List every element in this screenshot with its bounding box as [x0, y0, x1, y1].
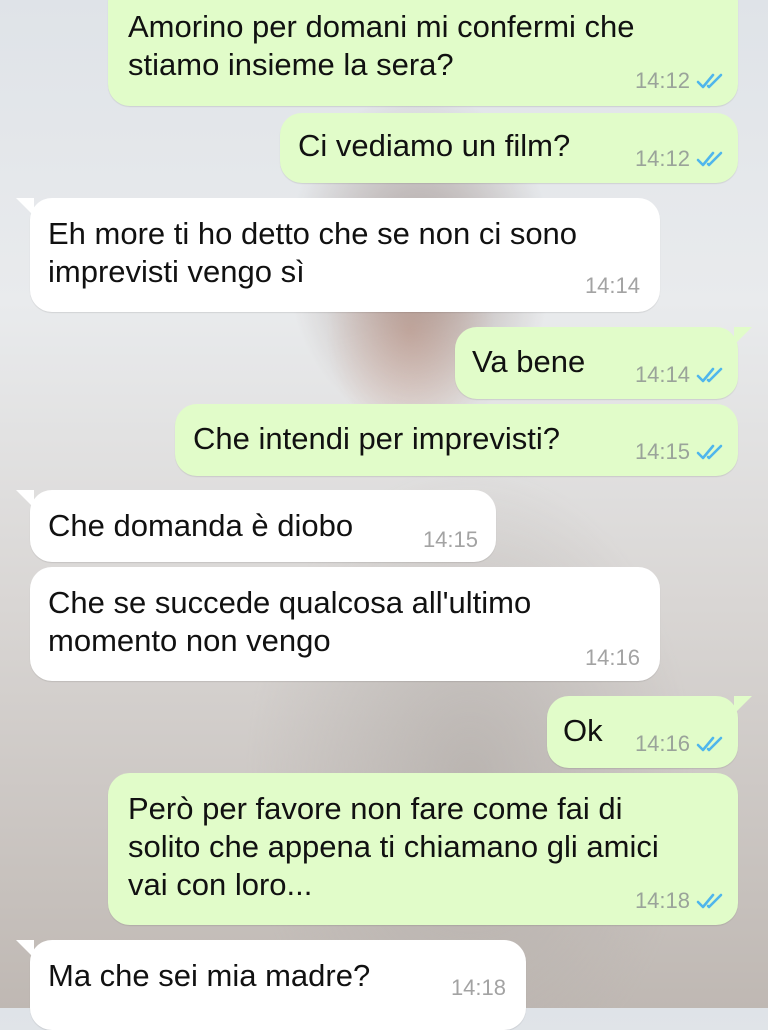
message-meta: 14:14 — [585, 273, 640, 299]
double-check-icon — [696, 736, 723, 752]
message-text: Che intendi per imprevisti? — [193, 421, 561, 456]
message-bubble-outgoing[interactable]: Ci vediamo un film? 14:12 — [280, 113, 738, 183]
bubble-tail — [734, 327, 752, 345]
message-meta: 14:12 — [635, 146, 724, 172]
double-check-icon — [696, 367, 723, 383]
double-check-icon — [696, 893, 723, 909]
message-text: Che se succede qualcosa all'ultimo momen… — [48, 585, 532, 658]
message-time: 14:14 — [634, 362, 690, 387]
message-time: 14:16 — [634, 731, 690, 756]
bubble-tail — [16, 490, 34, 508]
message-time: 14:12 — [634, 146, 690, 171]
message-meta: 14:18 — [451, 975, 506, 1001]
message-text: Ok — [563, 713, 603, 748]
message-bubble-outgoing[interactable]: Ok 14:16 — [547, 696, 752, 768]
bubble-tail — [16, 198, 34, 216]
message-meta: 14:16 — [635, 731, 724, 757]
message-time: 14:15 — [634, 439, 690, 464]
double-check-icon — [696, 444, 723, 460]
message-text: Ci vediamo un film? — [298, 128, 571, 163]
message-meta: 14:14 — [635, 362, 724, 388]
message-time: 14:12 — [634, 68, 690, 93]
message-time: 14:14 — [584, 273, 640, 298]
message-bubble-incoming[interactable]: Che domanda è diobo 14:15 — [16, 490, 496, 562]
message-meta: 14:18 — [635, 888, 724, 914]
message-meta: 14:15 — [423, 527, 478, 553]
message-time: 14:15 — [422, 527, 478, 552]
message-bubble-outgoing[interactable]: Che intendi per imprevisti? 14:15 — [175, 404, 738, 476]
message-text: Però per favore non fare come fai di sol… — [128, 791, 659, 902]
chat-conversation: Amorino per domani mi confermi che stiam… — [0, 0, 768, 1030]
message-time: 14:16 — [584, 645, 640, 670]
message-bubble-outgoing[interactable]: Va bene 14:14 — [455, 327, 752, 399]
message-meta: 14:12 — [635, 68, 724, 94]
message-text: Amorino per domani mi confermi che stiam… — [128, 9, 635, 82]
double-check-icon — [696, 73, 723, 89]
message-bubble-outgoing[interactable]: Amorino per domani mi confermi che stiam… — [108, 0, 738, 106]
message-bubble-incoming[interactable]: Che se succede qualcosa all'ultimo momen… — [30, 567, 660, 681]
message-time: 14:18 — [450, 975, 506, 1000]
message-text: Ma che sei mia madre? — [48, 958, 371, 993]
message-text: Va bene — [472, 344, 586, 379]
message-meta: 14:15 — [635, 439, 724, 465]
message-bubble-incoming[interactable]: Ma che sei mia madre? 14:18 — [16, 940, 526, 1030]
message-text: Che domanda è diobo — [48, 508, 354, 543]
message-bubble-incoming[interactable]: Eh more ti ho detto che se non ci sono i… — [16, 198, 660, 312]
message-bubble-outgoing[interactable]: Però per favore non fare come fai di sol… — [108, 773, 738, 925]
message-text: Eh more ti ho detto che se non ci sono i… — [48, 216, 578, 289]
bubble-tail — [16, 940, 34, 958]
bubble-tail — [734, 696, 752, 714]
double-check-icon — [696, 151, 723, 167]
message-meta: 14:16 — [585, 645, 640, 671]
message-time: 14:18 — [634, 888, 690, 913]
